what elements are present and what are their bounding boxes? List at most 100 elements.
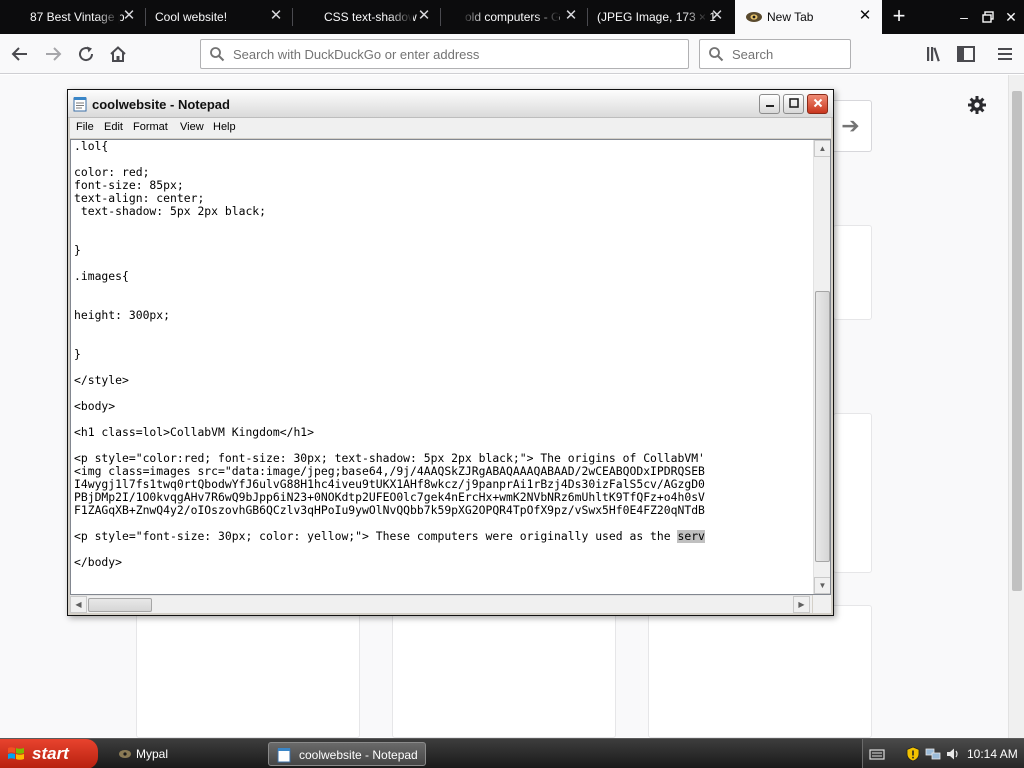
code-line-text: <h1 class=lol>CollabVM Kingdom</h1>	[74, 426, 315, 439]
menu-icon[interactable]	[995, 44, 1015, 64]
highlight-card[interactable]	[136, 605, 360, 738]
restore-glyph	[982, 11, 994, 23]
code-line: color: red;	[74, 166, 810, 179]
search-go-button[interactable]: ➔	[830, 100, 872, 152]
tab-jpeg-image[interactable]: (JPEG Image, 173 × 1 ✕	[588, 0, 735, 34]
menu-file[interactable]: File	[76, 121, 94, 133]
taskbar-item-label: coolwebsite - Notepad	[299, 748, 418, 762]
volume-icon[interactable]	[945, 746, 961, 762]
code-line: PBjDMp2I/1O0kvqgAHv7R6wQ9bJpp6iN23+0NOKd…	[74, 491, 810, 504]
keyboard-icon[interactable]	[869, 746, 885, 762]
url-bar[interactable]: Search with DuckDuckGo or enter address	[200, 39, 689, 69]
top-site-card[interactable]	[833, 225, 872, 320]
code-line: I4wygj1l7fs1twq0rtQbodwYfJ6ulvG88H1hc4iv…	[74, 478, 810, 491]
resize-grip[interactable]	[813, 595, 831, 613]
menu-view[interactable]: View	[180, 121, 204, 133]
network-icon[interactable]	[925, 746, 941, 762]
restore-icon[interactable]	[979, 8, 997, 26]
mypal-icon	[119, 750, 131, 758]
close-icon[interactable]: ✕	[414, 6, 434, 26]
notepad-titlebar[interactable]: coolwebsite - Notepad	[68, 90, 833, 118]
highlight-card[interactable]	[648, 605, 872, 738]
code-line-text: text-align: center;	[74, 192, 205, 205]
highlight-card[interactable]	[392, 605, 616, 738]
tab-vintage[interactable]: 87 Best Vintage p ✕	[0, 0, 145, 34]
code-line: </style>	[74, 374, 810, 387]
taskbar-item-mypal[interactable]: Mypal	[110, 742, 262, 766]
window-close-icon[interactable]: ✕	[1002, 8, 1020, 26]
code-line-text: F1ZAGqXB+ZnwQ4y2/oIOszovhGB6QCzlv3qHPoIu…	[74, 504, 705, 517]
code-line-text: }	[74, 244, 81, 257]
page-scrollbar[interactable]	[1008, 75, 1024, 738]
editor-text[interactable]: .lol{color: red; font-size: 85px; text-ali…	[74, 140, 810, 580]
scroll-left-arrow-icon[interactable]: ◀	[70, 596, 87, 613]
search-bar[interactable]: Search	[699, 39, 851, 69]
code-line-text: I4wygj1l7fs1twq0rtQbodwYfJ6ulvG88H1hc4iv…	[74, 478, 705, 491]
code-line: <body>	[74, 400, 810, 413]
notepad-maximize-button[interactable]	[783, 94, 804, 114]
tab-css-text-shadow[interactable]: CSS text-shadow ✕	[293, 0, 440, 34]
close-icon[interactable]: ✕	[707, 6, 727, 26]
tab-new-tab[interactable]: New Tab ✕	[735, 0, 882, 34]
code-line: .images{	[74, 270, 810, 283]
start-button[interactable]: start	[0, 739, 98, 768]
notepad-window[interactable]: coolwebsite - Notepad File Edit Format V…	[67, 89, 834, 616]
menu-edit[interactable]: Edit	[104, 121, 123, 133]
close-icon[interactable]: ✕	[561, 6, 581, 26]
code-line: <h1 class=lol>CollabVM Kingdom</h1>	[74, 426, 810, 439]
maximize-icon	[788, 98, 799, 108]
gear-icon[interactable]	[966, 94, 988, 116]
scrollbar-thumb[interactable]	[815, 291, 830, 562]
scrollbar-thumb[interactable]	[1012, 91, 1022, 591]
new-tab-button[interactable]: +	[887, 5, 911, 29]
forward-arrow-icon[interactable]	[41, 42, 65, 66]
editor-vertical-scrollbar[interactable]: ▲ ▼	[813, 140, 830, 594]
menu-help[interactable]: Help	[213, 121, 236, 133]
scrollbar-thumb[interactable]	[88, 598, 152, 612]
highlight-card[interactable]	[833, 413, 872, 573]
close-icon[interactable]: ✕	[119, 6, 139, 26]
tab-fade	[461, 0, 485, 34]
scroll-up-arrow-icon[interactable]: ▲	[814, 140, 830, 157]
search-icon	[210, 47, 225, 62]
code-line-text: <img class=images src="data:image/jpeg;b…	[74, 465, 705, 478]
reload-icon[interactable]	[74, 42, 98, 66]
close-icon[interactable]: ✕	[855, 6, 875, 26]
scroll-right-arrow-icon[interactable]: ▶	[793, 596, 810, 613]
url-placeholder: Search with DuckDuckGo or enter address	[233, 47, 480, 62]
tab-fade	[96, 0, 120, 34]
scroll-down-arrow-icon[interactable]: ▼	[814, 577, 830, 594]
tab-cool-website[interactable]: Cool website! ✕	[146, 0, 292, 34]
sidebar-icon[interactable]	[956, 44, 976, 64]
taskbar-item-notepad[interactable]: coolwebsite - Notepad	[268, 742, 426, 766]
library-icon[interactable]	[925, 44, 945, 64]
notepad-editor[interactable]: .lol{color: red; font-size: 85px; text-ali…	[70, 139, 831, 595]
start-label: start	[32, 744, 69, 763]
menu-format[interactable]: Format	[133, 121, 168, 133]
home-icon[interactable]	[106, 42, 130, 66]
editor-horizontal-scrollbar[interactable]: ◀ ▶	[70, 595, 812, 613]
code-line-text: color: red;	[74, 166, 150, 179]
tab-fade	[535, 0, 559, 34]
code-line-text: PBjDMp2I/1O0kvqgAHv7R6wQ9bJpp6iN23+0NOKd…	[74, 491, 705, 504]
close-icon[interactable]: ✕	[266, 6, 286, 26]
security-shield-icon[interactable]	[905, 746, 921, 762]
forward-glyph	[46, 47, 62, 61]
notepad-minimize-button[interactable]	[759, 94, 780, 114]
taskbar-item-label: Mypal	[136, 747, 169, 761]
code-line: <p style="color:red; font-size: 30px; te…	[74, 452, 810, 465]
minimize-icon[interactable]: –	[955, 8, 973, 26]
notepad-close-button[interactable]	[807, 94, 828, 114]
code-line-text: <p style="font-size: 30px; color: yellow…	[74, 530, 678, 543]
back-arrow-icon[interactable]	[8, 42, 32, 66]
code-line: }	[74, 244, 810, 257]
nav-bar: Search with DuckDuckGo or enter address …	[0, 34, 1024, 74]
tab-old-computers[interactable]: old computers - G ✕	[441, 0, 587, 34]
code-line: .lol{	[74, 140, 810, 153]
windows-logo-icon	[8, 747, 24, 760]
